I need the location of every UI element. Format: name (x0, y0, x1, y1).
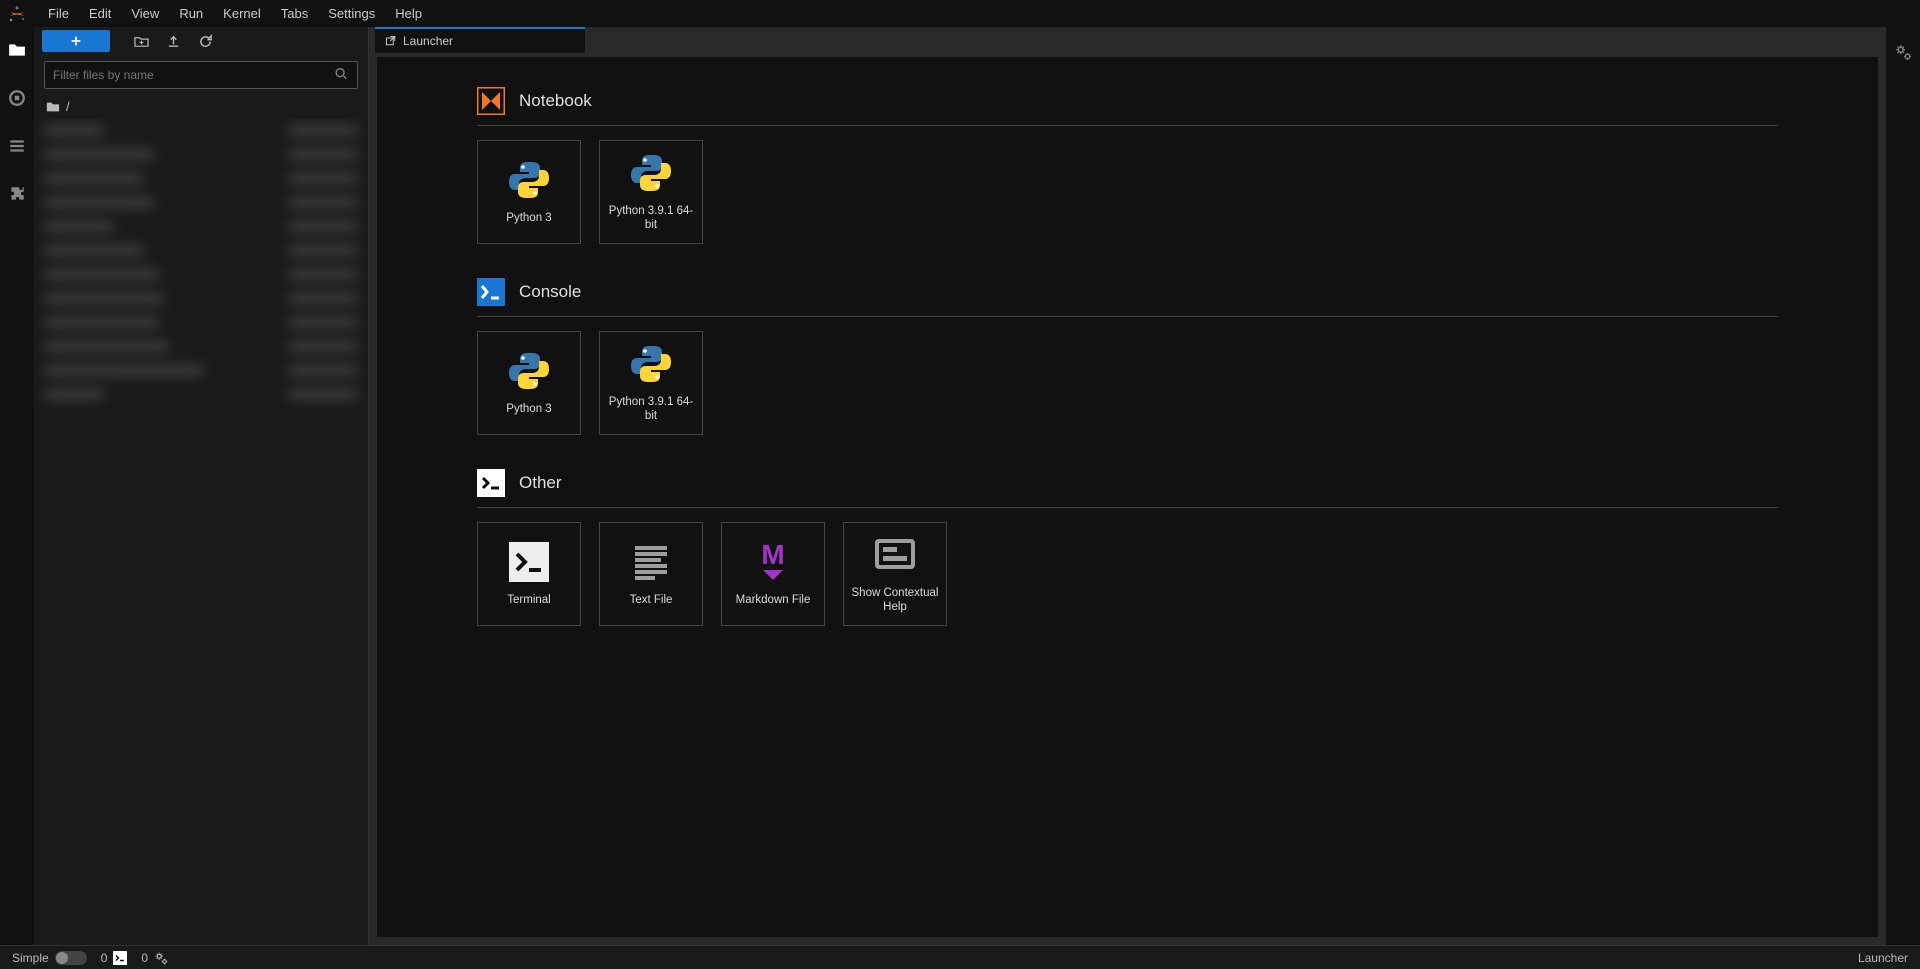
launcher-card-markdown[interactable]: Markdown File (721, 522, 825, 626)
simple-mode-label: Simple (12, 951, 49, 965)
launcher-card-python39-notebook[interactable]: Python 3.9.1 64-bit (599, 140, 703, 244)
notebook-section-icon (477, 87, 505, 115)
launcher-card-contextual-help[interactable]: Show Contextual Help (843, 522, 947, 626)
property-inspector-tab[interactable] (1888, 37, 1918, 67)
tab-launcher[interactable]: Launcher (375, 27, 585, 53)
launcher-card-python3-console[interactable]: Python 3 (477, 331, 581, 435)
menu-tabs[interactable]: Tabs (271, 2, 318, 25)
menu-run[interactable]: Run (169, 2, 213, 25)
extensions-tab[interactable] (2, 179, 32, 209)
console-section-icon (477, 278, 505, 306)
launch-icon (385, 35, 397, 47)
menu-settings[interactable]: Settings (318, 2, 385, 25)
menu-view[interactable]: View (121, 2, 169, 25)
section-title: Console (519, 282, 581, 302)
launcher-body: Notebook Python 3 Python 3.9.1 64-bit (377, 57, 1878, 937)
terminal-icon (113, 951, 127, 965)
menu-bar: File Edit View Run Kernel Tabs Settings … (0, 0, 1920, 27)
python-icon (507, 349, 551, 393)
main-content: Launcher Notebook Python 3 (369, 27, 1886, 945)
filter-files-input[interactable] (44, 61, 358, 89)
right-activity-bar (1886, 27, 1920, 945)
new-launcher-button[interactable] (42, 30, 110, 52)
python-icon (629, 342, 673, 386)
folder-icon (46, 100, 60, 114)
markdown-icon (751, 540, 795, 584)
help-icon (873, 533, 917, 577)
status-bar: Simple 0 0 Launcher (0, 945, 1920, 969)
upload-button[interactable] (160, 30, 186, 52)
section-other: Other Terminal Text File Markdown File (477, 469, 1778, 626)
section-console: Console Python 3 Python 3.9.1 64-bit (477, 278, 1778, 435)
file-browser-panel: / (34, 27, 369, 945)
breadcrumb-path: / (66, 99, 70, 114)
toc-tab[interactable] (2, 131, 32, 161)
section-notebook: Notebook Python 3 Python 3.9.1 64-bit (477, 87, 1778, 244)
left-activity-bar (0, 27, 34, 945)
section-title: Other (519, 473, 562, 493)
section-title: Notebook (519, 91, 592, 111)
terminal-icon (507, 540, 551, 584)
launcher-card-terminal[interactable]: Terminal (477, 522, 581, 626)
menu-file[interactable]: File (38, 2, 79, 25)
running-sessions-tab[interactable] (2, 83, 32, 113)
launcher-card-python3-notebook[interactable]: Python 3 (477, 140, 581, 244)
launcher-card-textfile[interactable]: Text File (599, 522, 703, 626)
search-icon (334, 67, 348, 84)
jupyter-logo-icon (8, 5, 26, 23)
file-toolbar (34, 27, 368, 55)
menu-edit[interactable]: Edit (79, 2, 121, 25)
file-browser-tab[interactable] (2, 35, 32, 65)
launcher-card-python39-console[interactable]: Python 3.9.1 64-bit (599, 331, 703, 435)
new-folder-button[interactable] (128, 30, 154, 52)
breadcrumb[interactable]: / (34, 95, 368, 118)
python-icon (507, 158, 551, 202)
tab-bar: Launcher (375, 27, 1886, 53)
other-section-icon (477, 469, 505, 497)
tab-title: Launcher (403, 34, 453, 48)
python-icon (629, 151, 673, 195)
file-list[interactable] (34, 118, 368, 945)
refresh-button[interactable] (192, 30, 218, 52)
menu-help[interactable]: Help (385, 2, 432, 25)
main-menu: File Edit View Run Kernel Tabs Settings … (38, 2, 432, 25)
status-right: Launcher (1858, 951, 1908, 965)
menu-kernel[interactable]: Kernel (213, 2, 271, 25)
gear-icon (154, 951, 168, 965)
simple-mode-toggle[interactable] (55, 951, 87, 965)
status-kernels[interactable]: 0 (141, 951, 168, 965)
text-file-icon (629, 540, 673, 584)
status-terminals[interactable]: 0 (101, 951, 128, 965)
